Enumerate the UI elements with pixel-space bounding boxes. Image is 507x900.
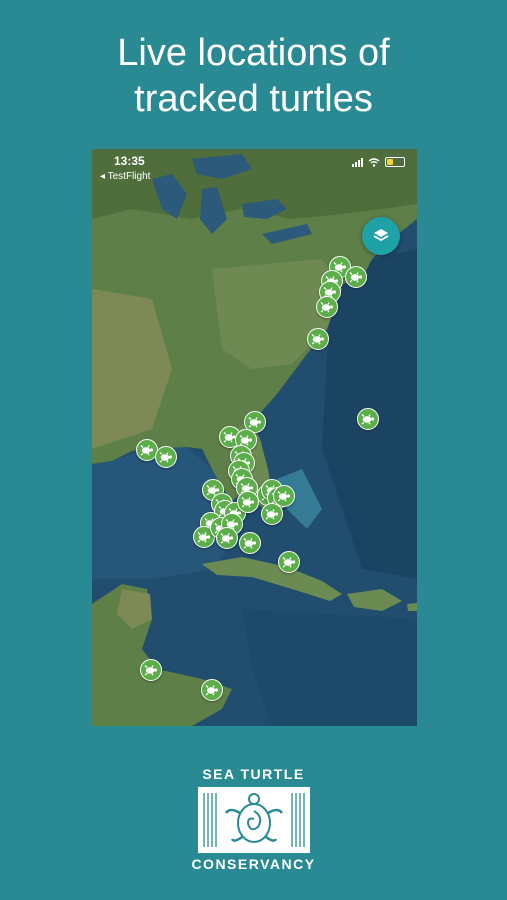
turtle-icon [205,685,219,696]
turtle-marker[interactable] [357,408,379,430]
headline-line-2: tracked turtles [134,78,373,120]
turtle-marker[interactable] [345,266,367,288]
layers-button[interactable] [362,217,400,255]
turtle-icon [277,491,291,502]
headline: Live locations of tracked turtles [0,30,507,122]
turtle-icon [311,334,325,345]
wifi-icon [368,157,380,167]
sea-turtle-conservancy-logo: SEA TURTLE CONSERVANCY [150,765,357,873]
turtle-marker[interactable] [307,328,329,350]
turtle-marker[interactable] [237,491,259,513]
turtle-icon [361,414,375,425]
turtle-marker[interactable] [278,551,300,573]
battery-level [387,159,393,165]
turtle-marker[interactable] [316,296,338,318]
battery-icon [385,157,405,167]
turtle-icon [144,665,158,676]
testflight-back-link[interactable]: ◂ TestFlight [100,171,150,182]
turtle-marker[interactable] [140,659,162,681]
turtle-icon [220,533,234,544]
turtle-marker[interactable] [239,532,261,554]
signal-icon [352,157,363,167]
turtle-icon [243,538,257,549]
turtle-marker[interactable] [201,679,223,701]
turtle-marker[interactable] [216,527,238,549]
logo-top-text: SEA TURTLE [202,766,305,782]
turtle-icon [159,452,173,463]
status-icons [352,157,405,167]
logo-bottom-text: CONSERVANCY [191,856,316,872]
turtle-icon [349,272,363,283]
turtle-icon [282,557,296,568]
status-time: 13:35 [114,154,145,168]
phone-screenshot: 13:35 ◂ TestFlight [92,149,417,726]
turtle-logo-icon [197,787,310,853]
headline-line-1: Live locations of [117,32,390,74]
layers-icon [373,229,389,242]
turtle-marker[interactable] [155,446,177,468]
turtle-icon [197,532,211,543]
turtle-icon [140,445,154,456]
turtle-icon [265,509,279,520]
turtle-marker[interactable] [261,503,283,525]
turtle-icon [320,302,334,313]
turtle-icon [241,497,255,508]
turtle-icon [248,417,262,428]
